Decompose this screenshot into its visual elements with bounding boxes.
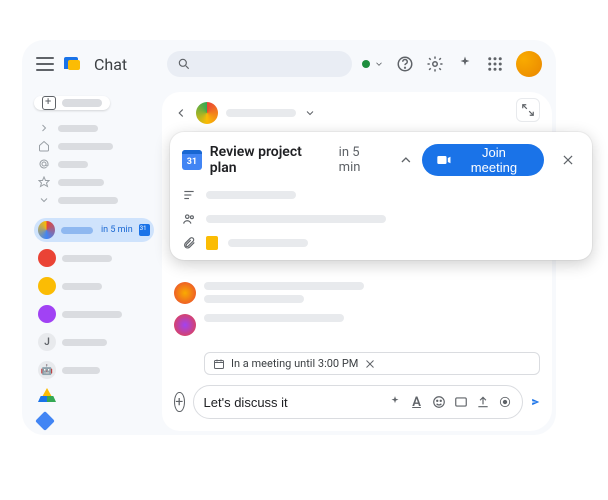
calendar-icon: 31: [182, 150, 202, 170]
nav-pin[interactable]: [34, 122, 154, 134]
status-chip[interactable]: In a meeting until 3:00 PM: [204, 352, 540, 375]
conversation-title: [226, 109, 296, 117]
meeting-description-row: [182, 188, 580, 202]
status-text: In a meeting until 3:00 PM: [231, 357, 358, 370]
message-list: In a meeting until 3:00 PM: [174, 282, 540, 375]
app-name: Chat: [94, 55, 127, 74]
meeting-guests-row: [182, 212, 580, 226]
topbar: Chat: [22, 40, 556, 88]
meeting-card: 31 Review project plan in 5 min Join mee…: [170, 132, 592, 260]
meeting-attachment-row[interactable]: [182, 236, 580, 250]
chevron-icon: [38, 122, 50, 134]
conversation-header: [162, 98, 552, 128]
space-item[interactable]: J: [34, 330, 154, 354]
at-icon: [38, 158, 50, 170]
space-item-active[interactable]: in 5 min: [34, 218, 154, 242]
message: [174, 314, 540, 336]
emoji-icon[interactable]: [432, 395, 446, 409]
video-icon: [436, 152, 452, 168]
new-chat-button[interactable]: [34, 96, 110, 110]
message-avatar: [174, 282, 196, 304]
new-chat-icon: [42, 96, 56, 110]
format-icon[interactable]: A: [410, 395, 424, 409]
calendar-small-icon: [213, 358, 225, 370]
chevron-down-icon: [374, 59, 384, 69]
meeting-title: Review project plan: [210, 144, 331, 176]
attachment-icon: [182, 236, 196, 250]
space-item[interactable]: [34, 274, 154, 298]
join-meeting-button[interactable]: Join meeting: [422, 144, 545, 176]
close-icon[interactable]: [556, 148, 580, 172]
back-arrow-icon[interactable]: [174, 106, 188, 120]
send-button[interactable]: [531, 392, 540, 412]
notes-icon: [182, 188, 196, 202]
space-avatar: [38, 221, 55, 239]
upload-icon[interactable]: [476, 395, 490, 409]
space-item[interactable]: 🤖: [34, 358, 154, 382]
sparkle-icon[interactable]: [456, 55, 474, 73]
conversation-panel: 31 Review project plan in 5 min Join mee…: [162, 92, 552, 431]
nav-starred[interactable]: [34, 176, 154, 188]
search-icon: [177, 57, 191, 71]
nav-home[interactable]: [34, 140, 154, 152]
space-avatar: [38, 305, 56, 323]
status-indicator[interactable]: [362, 59, 384, 69]
add-attachment-button[interactable]: +: [174, 392, 185, 412]
space-time-badge: in 5 min: [101, 225, 133, 235]
dismiss-status-icon[interactable]: [364, 358, 376, 370]
space-avatar: [38, 277, 56, 295]
drive-icon[interactable]: [38, 388, 56, 404]
home-icon: [38, 140, 50, 152]
space-avatar: [38, 249, 56, 267]
conversation-avatar: [196, 102, 218, 124]
video-record-icon[interactable]: [498, 395, 512, 409]
nav-section[interactable]: [34, 194, 154, 206]
message: [174, 282, 540, 304]
message-input-container: A: [193, 385, 523, 419]
people-icon: [182, 212, 196, 226]
chat-logo-icon: [64, 54, 84, 74]
search-input[interactable]: [167, 51, 352, 77]
nav-mentions[interactable]: [34, 158, 154, 170]
help-icon[interactable]: [396, 55, 414, 73]
apps-grid-icon[interactable]: [486, 55, 504, 73]
message-input[interactable]: [204, 395, 380, 410]
space-item[interactable]: [34, 302, 154, 326]
bot-avatar-icon: 🤖: [38, 361, 56, 379]
top-icons: [362, 51, 542, 77]
message-avatar: [174, 314, 196, 336]
calendar-badge-icon: [139, 224, 150, 236]
settings-icon[interactable]: [426, 55, 444, 73]
calendar-app-icon[interactable]: [35, 411, 55, 431]
slides-doc-icon: [206, 236, 218, 250]
compose-bar: + A: [174, 385, 540, 419]
meeting-time: in 5 min: [339, 145, 384, 175]
sidebar: in 5 min J 🤖: [22, 88, 162, 435]
active-dot-icon: [362, 60, 370, 68]
space-avatar: J: [38, 333, 56, 351]
expand-icon[interactable]: [516, 98, 540, 122]
chat-window: Chat: [22, 40, 556, 435]
space-item[interactable]: [34, 246, 154, 270]
collapse-icon[interactable]: [398, 152, 414, 168]
account-avatar[interactable]: [516, 51, 542, 77]
sparkle-icon[interactable]: [388, 395, 402, 409]
menu-icon[interactable]: [36, 57, 54, 71]
gif-icon[interactable]: [454, 395, 468, 409]
chevron-down-icon[interactable]: [304, 107, 316, 119]
chevron-down-icon: [38, 194, 50, 206]
star-icon: [38, 176, 50, 188]
